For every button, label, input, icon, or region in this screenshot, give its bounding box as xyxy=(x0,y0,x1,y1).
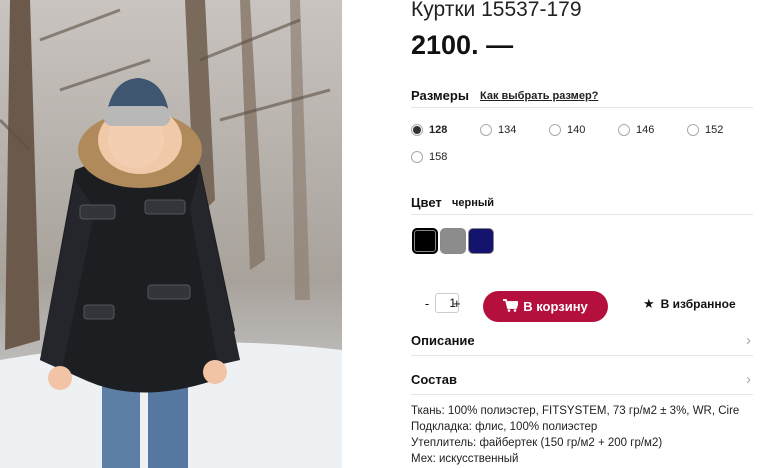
product-price: 2100. — xyxy=(411,30,514,60)
color-header: Цвет черный xyxy=(411,195,753,215)
favorites-label: В избранное xyxy=(660,297,736,311)
size-option-152[interactable]: 152 xyxy=(687,124,723,136)
add-to-cart-label: В корзину xyxy=(523,299,588,314)
composition-line: Утеплитель: файбертек (150 гр/м2 + 200 г… xyxy=(411,437,663,449)
star-icon: ★ xyxy=(643,296,655,311)
product-details: Куртки 15537-179 2100. — Размеры Как выб… xyxy=(411,0,760,468)
quantity-stepper: - 1 + xyxy=(423,293,461,313)
radio-icon[interactable] xyxy=(549,124,561,136)
size-option-134[interactable]: 134 xyxy=(480,124,516,136)
composition-details: Ткань: 100% полиэстер, FITSYSTEM, 73 гр/… xyxy=(411,403,760,467)
radio-icon[interactable] xyxy=(687,124,699,136)
size-option-label: 140 xyxy=(567,124,586,136)
add-to-cart-button[interactable]: В корзину xyxy=(483,291,608,322)
quantity-decrement-button[interactable]: - xyxy=(423,296,431,311)
accordion-description-label: Описание xyxy=(411,333,475,348)
size-guide-link[interactable]: Как выбрать размер? xyxy=(480,90,598,102)
radio-checked-icon[interactable] xyxy=(411,124,423,136)
size-option-label: 146 xyxy=(636,124,655,136)
sizes-label: Размеры xyxy=(411,88,469,103)
product-title: Куртки 15537-179 xyxy=(411,0,582,21)
composition-line: Подкладка: флис, 100% полиэстер xyxy=(411,421,598,433)
size-option-128[interactable]: 128 xyxy=(411,124,447,136)
color-value: черный xyxy=(452,197,495,209)
quantity-increment-button[interactable]: + xyxy=(453,296,461,311)
size-option-label: 152 xyxy=(705,124,724,136)
color-label: Цвет xyxy=(411,195,442,210)
chevron-right-icon: › xyxy=(746,332,751,349)
color-swatch-navy[interactable] xyxy=(468,228,494,254)
composition-line: Мех: искусственный xyxy=(411,453,519,465)
chevron-right-icon: › xyxy=(746,371,751,388)
size-option-158[interactable]: 158 xyxy=(411,151,447,163)
size-option-label: 134 xyxy=(498,124,517,136)
size-option-label: 128 xyxy=(429,124,448,136)
size-option-140[interactable]: 140 xyxy=(549,124,585,136)
add-to-favorites-button[interactable]: ★ В избранное xyxy=(643,296,736,312)
color-swatch-black[interactable] xyxy=(412,228,438,254)
accordion-description[interactable]: Описание › xyxy=(411,329,753,356)
product-photo xyxy=(0,0,342,468)
cart-icon xyxy=(503,298,520,315)
radio-icon[interactable] xyxy=(618,124,630,136)
accordion-composition-label: Состав xyxy=(411,372,457,387)
size-option-146[interactable]: 146 xyxy=(618,124,654,136)
radio-icon[interactable] xyxy=(411,151,423,163)
composition-line: Ткань: 100% полиэстер, FITSYSTEM, 73 гр/… xyxy=(411,405,740,417)
size-option-label: 158 xyxy=(429,151,448,163)
radio-icon[interactable] xyxy=(480,124,492,136)
color-swatch-gray[interactable] xyxy=(440,228,466,254)
sizes-header: Размеры Как выбрать размер? xyxy=(411,88,753,108)
accordion-composition[interactable]: Состав › xyxy=(411,368,753,395)
